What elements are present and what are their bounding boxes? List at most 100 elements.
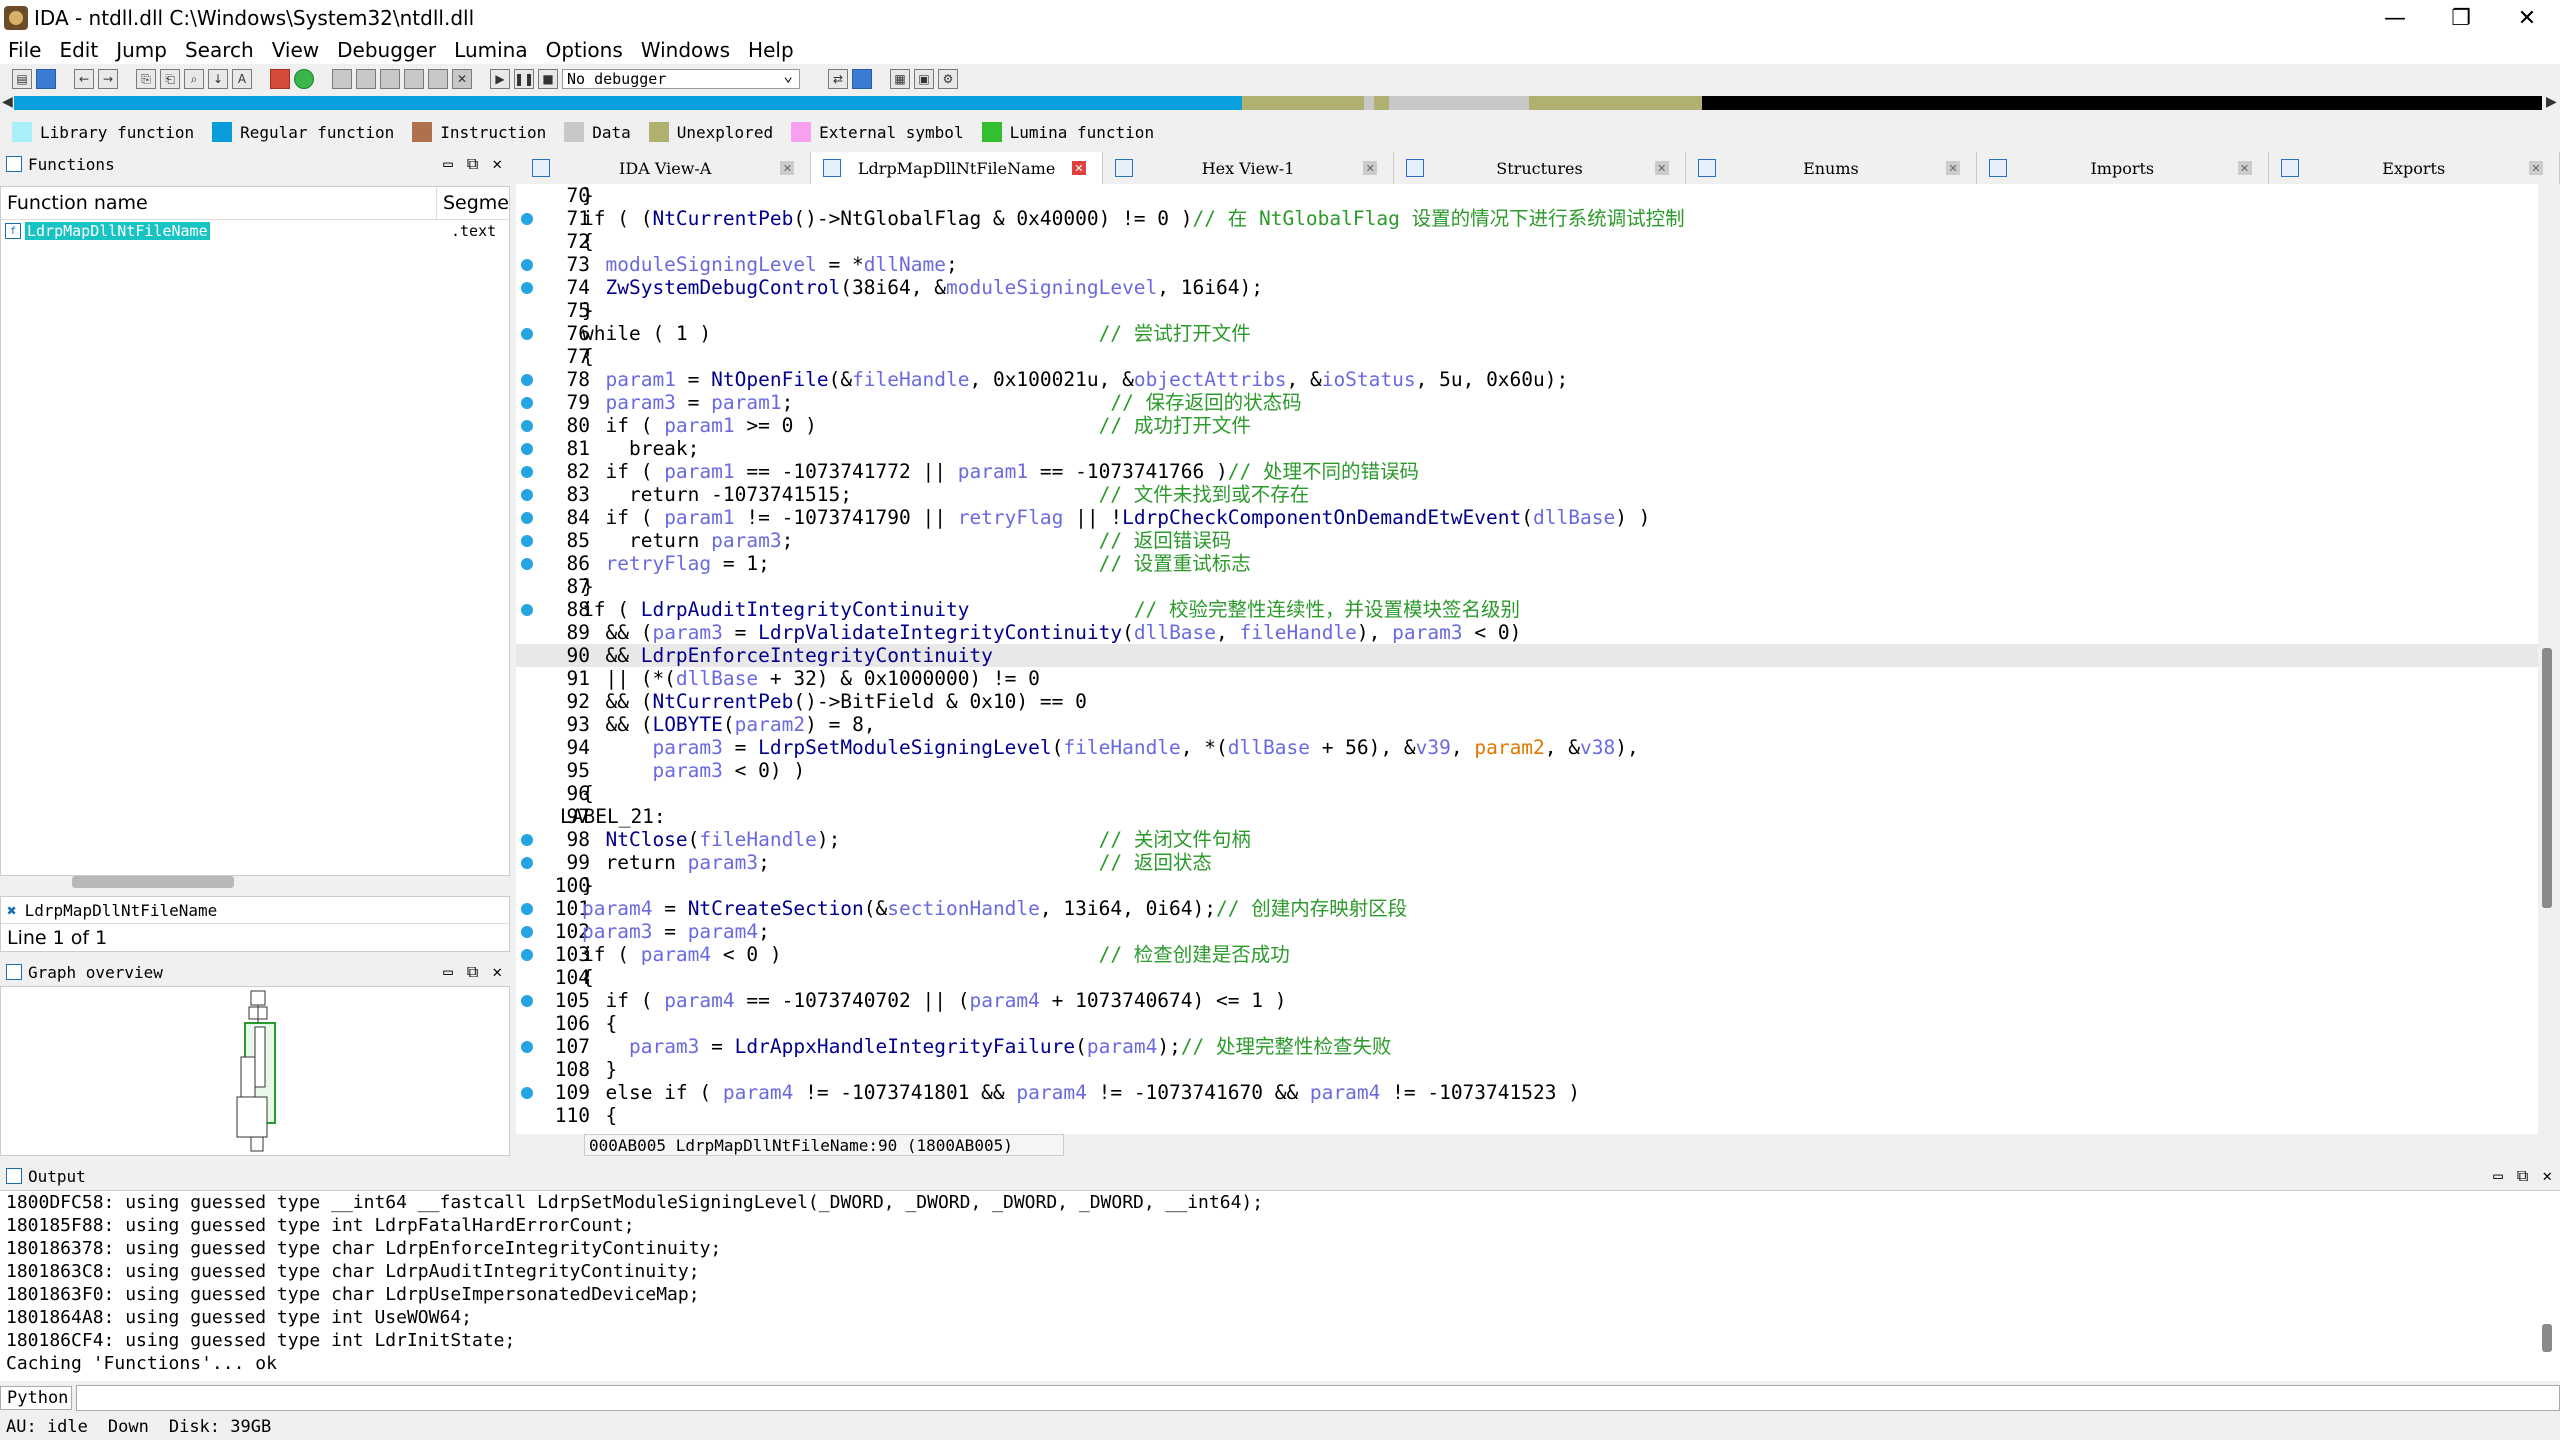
menu-view[interactable]: View: [264, 38, 329, 62]
code-line[interactable]: 78 param1 = NtOpenFile(&fileHandle, 0x10…: [516, 368, 2538, 391]
tab-structures[interactable]: Structures ✕: [1394, 152, 1686, 184]
forward-icon[interactable]: →: [98, 69, 118, 89]
breakpoint-marker-icon[interactable]: [521, 926, 533, 938]
menu-options[interactable]: Options: [538, 38, 633, 62]
breakpoint-marker-icon[interactable]: [521, 604, 533, 616]
menu-edit[interactable]: Edit: [51, 38, 108, 62]
command-input[interactable]: [76, 1385, 2560, 1411]
code-line[interactable]: 84 if ( param1 != -1073741790 || retryFl…: [516, 506, 2538, 529]
code-line[interactable]: 83 return -1073741515; // 文件未找到或不存在: [516, 483, 2538, 506]
breakpoint-marker-icon[interactable]: [521, 259, 533, 271]
menu-lumina[interactable]: Lumina: [446, 38, 537, 62]
tab-close-icon[interactable]: ✕: [2528, 161, 2543, 175]
breakpoint-marker-icon[interactable]: [521, 374, 533, 386]
tab-imports[interactable]: Imports ✕: [1977, 152, 2269, 184]
menu-jump[interactable]: Jump: [108, 38, 177, 62]
tab-close-icon[interactable]: ✕: [1946, 161, 1961, 175]
code-line[interactable]: 100}: [516, 874, 2538, 897]
code-line[interactable]: 106 {: [516, 1012, 2538, 1035]
breakpoint-marker-icon[interactable]: [521, 857, 533, 869]
pause-icon[interactable]: ❚❚: [514, 69, 534, 89]
code-line[interactable]: 88 if ( LdrpAuditIntegrityContinuity // 校…: [516, 598, 2538, 621]
tab-pseudocode[interactable]: LdrpMapDllNtFileName ✕: [811, 152, 1103, 184]
tool-icon-3[interactable]: [380, 69, 400, 89]
code-line[interactable]: 77{: [516, 345, 2538, 368]
tab-close-icon[interactable]: ✕: [2237, 161, 2252, 175]
code-line[interactable]: 109 else if ( param4 != -1073741801 && p…: [516, 1081, 2538, 1104]
search-icon[interactable]: ⌕: [184, 69, 204, 89]
code-line[interactable]: 104{: [516, 966, 2538, 989]
code-line[interactable]: 91 || (*(dllBase + 32) & 0x1000000) != 0: [516, 667, 2538, 690]
nav-right-arrow-icon[interactable]: ▶: [2546, 94, 2557, 110]
column-segment[interactable]: Segme: [437, 192, 509, 214]
tab-exports[interactable]: Exports ✕: [2269, 152, 2560, 184]
tool-icon-5[interactable]: [428, 69, 448, 89]
code-line-current[interactable]: 90 && LdrpEnforceIntegrityContinuity: [516, 644, 2538, 667]
breakpoint-marker-icon[interactable]: [521, 420, 533, 432]
breakpoint-marker-icon[interactable]: [521, 1087, 533, 1099]
graph-close-icon[interactable]: ✕: [492, 962, 502, 982]
breakpoint-marker-icon[interactable]: [521, 512, 533, 524]
output-maximize-icon[interactable]: ▭: [2493, 1166, 2503, 1186]
filter-close-icon[interactable]: ✖: [7, 901, 17, 920]
code-line[interactable]: 79 param3 = param1; // 保存返回的状态码: [516, 391, 2538, 414]
code-line[interactable]: 96{: [516, 782, 2538, 805]
breakpoint-marker-icon[interactable]: [521, 397, 533, 409]
breakpoint-marker-icon[interactable]: [521, 282, 533, 294]
code-line[interactable]: 95 param3 < 0) ): [516, 759, 2538, 782]
code-line[interactable]: 71 if ( (NtCurrentPeb()->NtGlobalFlag & 0…: [516, 207, 2538, 230]
code-line[interactable]: 76 while ( 1 ) // 尝试打开文件: [516, 322, 2538, 345]
pseudocode-view[interactable]: 70} 71 if ( (NtCurrentPeb()->NtGlobalFlag…: [516, 184, 2538, 1134]
open-file-icon[interactable]: ▤: [12, 69, 32, 89]
code-line[interactable]: 89 && (param3 = LdrpValidateIntegrityCon…: [516, 621, 2538, 644]
breakpoint-marker-icon[interactable]: [521, 903, 533, 915]
code-line[interactable]: 73 moduleSigningLevel = *dllName;: [516, 253, 2538, 276]
functions-hscrollbar[interactable]: [72, 876, 234, 888]
code-line[interactable]: 72{: [516, 230, 2538, 253]
code-line[interactable]: 99 return param3; // 返回状态: [516, 851, 2538, 874]
graph-maximize-icon[interactable]: ▭: [443, 962, 453, 982]
panel-maximize-icon[interactable]: ▭: [443, 154, 453, 174]
save-icon[interactable]: [36, 69, 56, 89]
code-line[interactable]: 108 }: [516, 1058, 2538, 1081]
breakpoint-marker-icon[interactable]: [521, 834, 533, 846]
breakpoint-marker-icon[interactable]: [521, 558, 533, 570]
python-icon[interactable]: ▣: [914, 69, 934, 89]
menu-windows[interactable]: Windows: [633, 38, 740, 62]
code-line[interactable]: 105 if ( param4 == -1073740702 || (param…: [516, 989, 2538, 1012]
breakpoint-marker-icon[interactable]: [521, 995, 533, 1007]
tab-close-icon[interactable]: ✕: [1071, 161, 1086, 175]
jump-icon[interactable]: ↓: [208, 69, 228, 89]
tool-icon-2[interactable]: [356, 69, 376, 89]
code-vscrollbar[interactable]: [2542, 648, 2552, 908]
code-line[interactable]: 87}: [516, 575, 2538, 598]
attach-icon[interactable]: ⇄: [828, 69, 848, 89]
script-icon[interactable]: ▦: [890, 69, 910, 89]
menu-file[interactable]: File: [0, 38, 51, 62]
code-line[interactable]: 75}: [516, 299, 2538, 322]
output-close-icon[interactable]: ✕: [2542, 1166, 2552, 1186]
column-function-name[interactable]: Function name: [1, 187, 437, 219]
breakpoint-marker-icon[interactable]: [521, 328, 533, 340]
tool-icon-4[interactable]: [404, 69, 424, 89]
run-icon[interactable]: [294, 69, 314, 89]
code-line[interactable]: 97 LABEL_21:: [516, 805, 2538, 828]
code-line[interactable]: 110 {: [516, 1104, 2538, 1127]
stop-debug-icon[interactable]: ■: [538, 69, 558, 89]
tab-close-icon[interactable]: ✕: [780, 161, 795, 175]
code-line[interactable]: 85 return param3; // 返回错误码: [516, 529, 2538, 552]
navigation-band[interactable]: [14, 96, 2542, 110]
output-window[interactable]: 1800DFC58: using guessed type __int64 __…: [0, 1190, 2560, 1381]
paste-icon[interactable]: ⎗: [160, 69, 180, 89]
stop-icon[interactable]: [270, 69, 290, 89]
nav-left-arrow-icon[interactable]: ◀: [2, 94, 13, 110]
code-line[interactable]: 93 && (LOBYTE(param2) = 8,: [516, 713, 2538, 736]
code-line[interactable]: 102 param3 = param4;: [516, 920, 2538, 943]
output-float-icon[interactable]: ⧉: [2517, 1166, 2528, 1186]
panel-float-icon[interactable]: ⧉: [467, 154, 478, 174]
table-row[interactable]: f LdrpMapDllNtFileName .text: [1, 220, 509, 242]
code-line[interactable]: 101 param4 = NtCreateSection(&sectionHand…: [516, 897, 2538, 920]
code-line[interactable]: 81 break;: [516, 437, 2538, 460]
tab-close-icon[interactable]: ✕: [1363, 161, 1378, 175]
code-line[interactable]: 80 if ( param1 >= 0 ) // 成功打开文件: [516, 414, 2538, 437]
